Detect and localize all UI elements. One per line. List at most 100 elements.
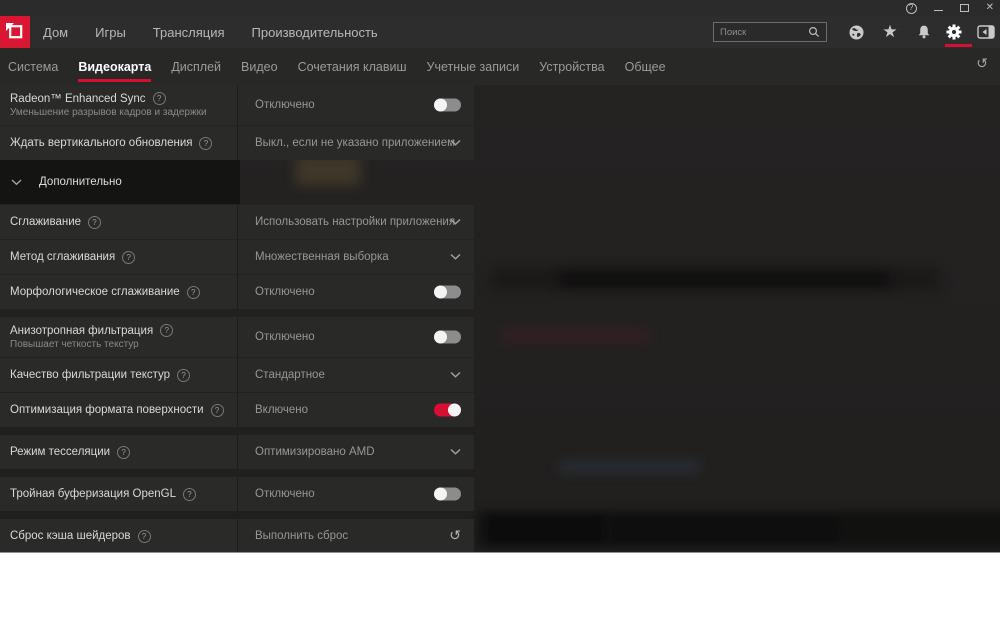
tab-general[interactable]: Общее — [625, 60, 666, 74]
setting-row: Тройная буферизация OpenGL ? Отключено — [0, 477, 474, 511]
expander-label: Дополнительно — [39, 176, 122, 188]
help-icon[interactable]: ? — [186, 285, 200, 299]
advanced-expander[interactable]: Дополнительно — [0, 160, 240, 204]
backdrop-blob — [612, 518, 837, 542]
active-icon-underline — [945, 44, 972, 47]
setting-label: Тройная буферизация OpenGL — [10, 488, 176, 500]
toggle-knob — [434, 330, 447, 344]
backdrop-blob — [488, 516, 603, 543]
setting-value-cell[interactable]: Использовать настройки приложения — [237, 205, 474, 239]
tab-devices[interactable]: Устройства — [539, 60, 604, 74]
tab-video[interactable]: Видео — [241, 60, 278, 74]
nav-item-streaming[interactable]: Трансляция — [153, 25, 225, 40]
amd-arrow-icon — [6, 23, 23, 39]
help-icon[interactable]: ? — [160, 324, 174, 337]
backdrop-blob — [560, 272, 890, 287]
setting-value: Использовать настройки приложения — [255, 216, 456, 228]
toggle-switch[interactable] — [434, 487, 461, 501]
toggle-switch[interactable] — [434, 285, 461, 299]
titlebar: ? ✕ — [0, 0, 1000, 16]
setting-value: Включено — [255, 404, 309, 416]
help-icon[interactable]: ? — [117, 445, 131, 459]
setting-value-cell[interactable]: Оптимизировано AMD — [237, 435, 474, 469]
help-icon[interactable]: ? — [152, 92, 166, 105]
reset-icon[interactable]: ↺ — [449, 529, 461, 543]
chevron-down-icon — [11, 178, 22, 185]
amd-logo[interactable] — [0, 16, 30, 48]
setting-label: Оптимизация формата поверхности — [10, 404, 204, 416]
setting-value-cell[interactable]: Выкл., если не указано приложением — [237, 126, 474, 160]
setting-value: Отключено — [255, 286, 315, 298]
setting-label-cell: Сброс кэша шейдеров ? — [0, 519, 237, 552]
close-icon[interactable]: ✕ — [986, 3, 994, 13]
nav-item-performance[interactable]: Производительность — [252, 25, 378, 40]
side-panel-icon[interactable] — [974, 20, 998, 44]
setting-label: Сброс кэша шейдеров — [10, 530, 131, 542]
setting-label-cell: Radeon™ Enhanced Sync ? Уменьшение разры… — [0, 85, 237, 125]
toggle-switch[interactable] — [434, 403, 461, 417]
settings-tabbar: Система Видеокарта Дисплей Видео Сочетан… — [0, 48, 1000, 85]
minimize-icon[interactable] — [933, 4, 943, 13]
globe-icon[interactable] — [844, 20, 868, 44]
content-area: Radeon™ Enhanced Sync ? Уменьшение разры… — [0, 85, 1000, 552]
setting-value: Множественная выборка — [255, 251, 389, 263]
setting-value: Оптимизировано AMD — [255, 446, 375, 458]
maximize-icon[interactable] — [959, 4, 969, 12]
setting-label: Режим тесселяции — [10, 446, 111, 458]
setting-row: Сброс кэша шейдеров ? Выполнить сброс ↺ — [0, 519, 474, 552]
help-icon[interactable]: ? — [88, 215, 102, 229]
nav-item-games[interactable]: Игры — [95, 25, 126, 40]
help-icon[interactable]: ? — [122, 250, 136, 264]
help-icon[interactable]: ? — [177, 368, 191, 382]
setting-value-cell[interactable]: Множественная выборка — [237, 240, 474, 274]
setting-value: Отключено — [255, 488, 315, 500]
setting-label: Качество фильтрации текстур — [10, 369, 171, 381]
setting-label: Radeon™ Enhanced Sync — [10, 92, 146, 105]
setting-control — [434, 98, 461, 112]
gear-icon[interactable] — [942, 20, 966, 44]
star-icon[interactable]: ★ — [878, 20, 902, 44]
setting-label: Метод сглаживания — [10, 251, 116, 263]
help-icon[interactable]: ? — [182, 487, 196, 501]
tab-hotkeys[interactable]: Сочетания клавиш — [298, 60, 407, 74]
toggle-knob — [434, 98, 447, 112]
bell-icon[interactable] — [912, 20, 936, 44]
main-navbar: Дом Игры Трансляция Производительность П… — [0, 16, 1000, 48]
tab-graphics[interactable]: Видеокарта — [78, 60, 152, 82]
tab-display[interactable]: Дисплей — [171, 60, 221, 74]
restore-defaults-icon[interactable]: ↺ — [976, 57, 988, 71]
help-icon[interactable]: ? — [137, 529, 151, 543]
toggle-switch[interactable] — [434, 330, 461, 344]
setting-label-cell: Режим тесселяции ? — [0, 435, 237, 469]
setting-label-cell: Качество фильтрации текстур ? — [0, 358, 237, 392]
setting-value: Выполнить сброс — [255, 530, 349, 542]
help-icon[interactable]: ? — [210, 403, 224, 417]
window-help-icon[interactable]: ? — [905, 2, 917, 14]
setting-control — [450, 139, 461, 147]
setting-row: Метод сглаживания ? Множественная выборк… — [0, 240, 474, 274]
setting-row: Сглаживание ? Использовать настройки при… — [0, 205, 474, 239]
search-input[interactable]: Поиск — [713, 22, 827, 42]
setting-control — [434, 285, 461, 299]
setting-control — [450, 253, 461, 261]
nav-item-home[interactable]: Дом — [43, 25, 68, 40]
setting-control — [434, 330, 461, 344]
tab-system[interactable]: Система — [8, 60, 58, 74]
setting-value-cell[interactable]: Выполнить сброс ↺ — [237, 519, 474, 552]
window-controls: ? ✕ — [905, 0, 994, 16]
backdrop-blob — [500, 332, 650, 340]
setting-value-cell: Отключено — [237, 275, 474, 309]
setting-control — [450, 448, 461, 456]
help-icon[interactable]: ? — [199, 136, 213, 150]
tab-accounts[interactable]: Учетные записи — [427, 60, 520, 74]
setting-control — [434, 403, 461, 417]
chevron-down-icon — [450, 448, 461, 455]
setting-value-cell[interactable]: Стандартное — [237, 358, 474, 392]
setting-value-cell: Отключено — [237, 85, 474, 125]
toggle-knob — [434, 285, 447, 299]
search-icon — [808, 26, 820, 38]
setting-value-cell: Отключено — [237, 477, 474, 511]
setting-label-cell: Анизотропная фильтрация ? Повышает четко… — [0, 317, 237, 357]
chevron-down-icon — [450, 218, 461, 225]
toggle-switch[interactable] — [434, 98, 461, 112]
